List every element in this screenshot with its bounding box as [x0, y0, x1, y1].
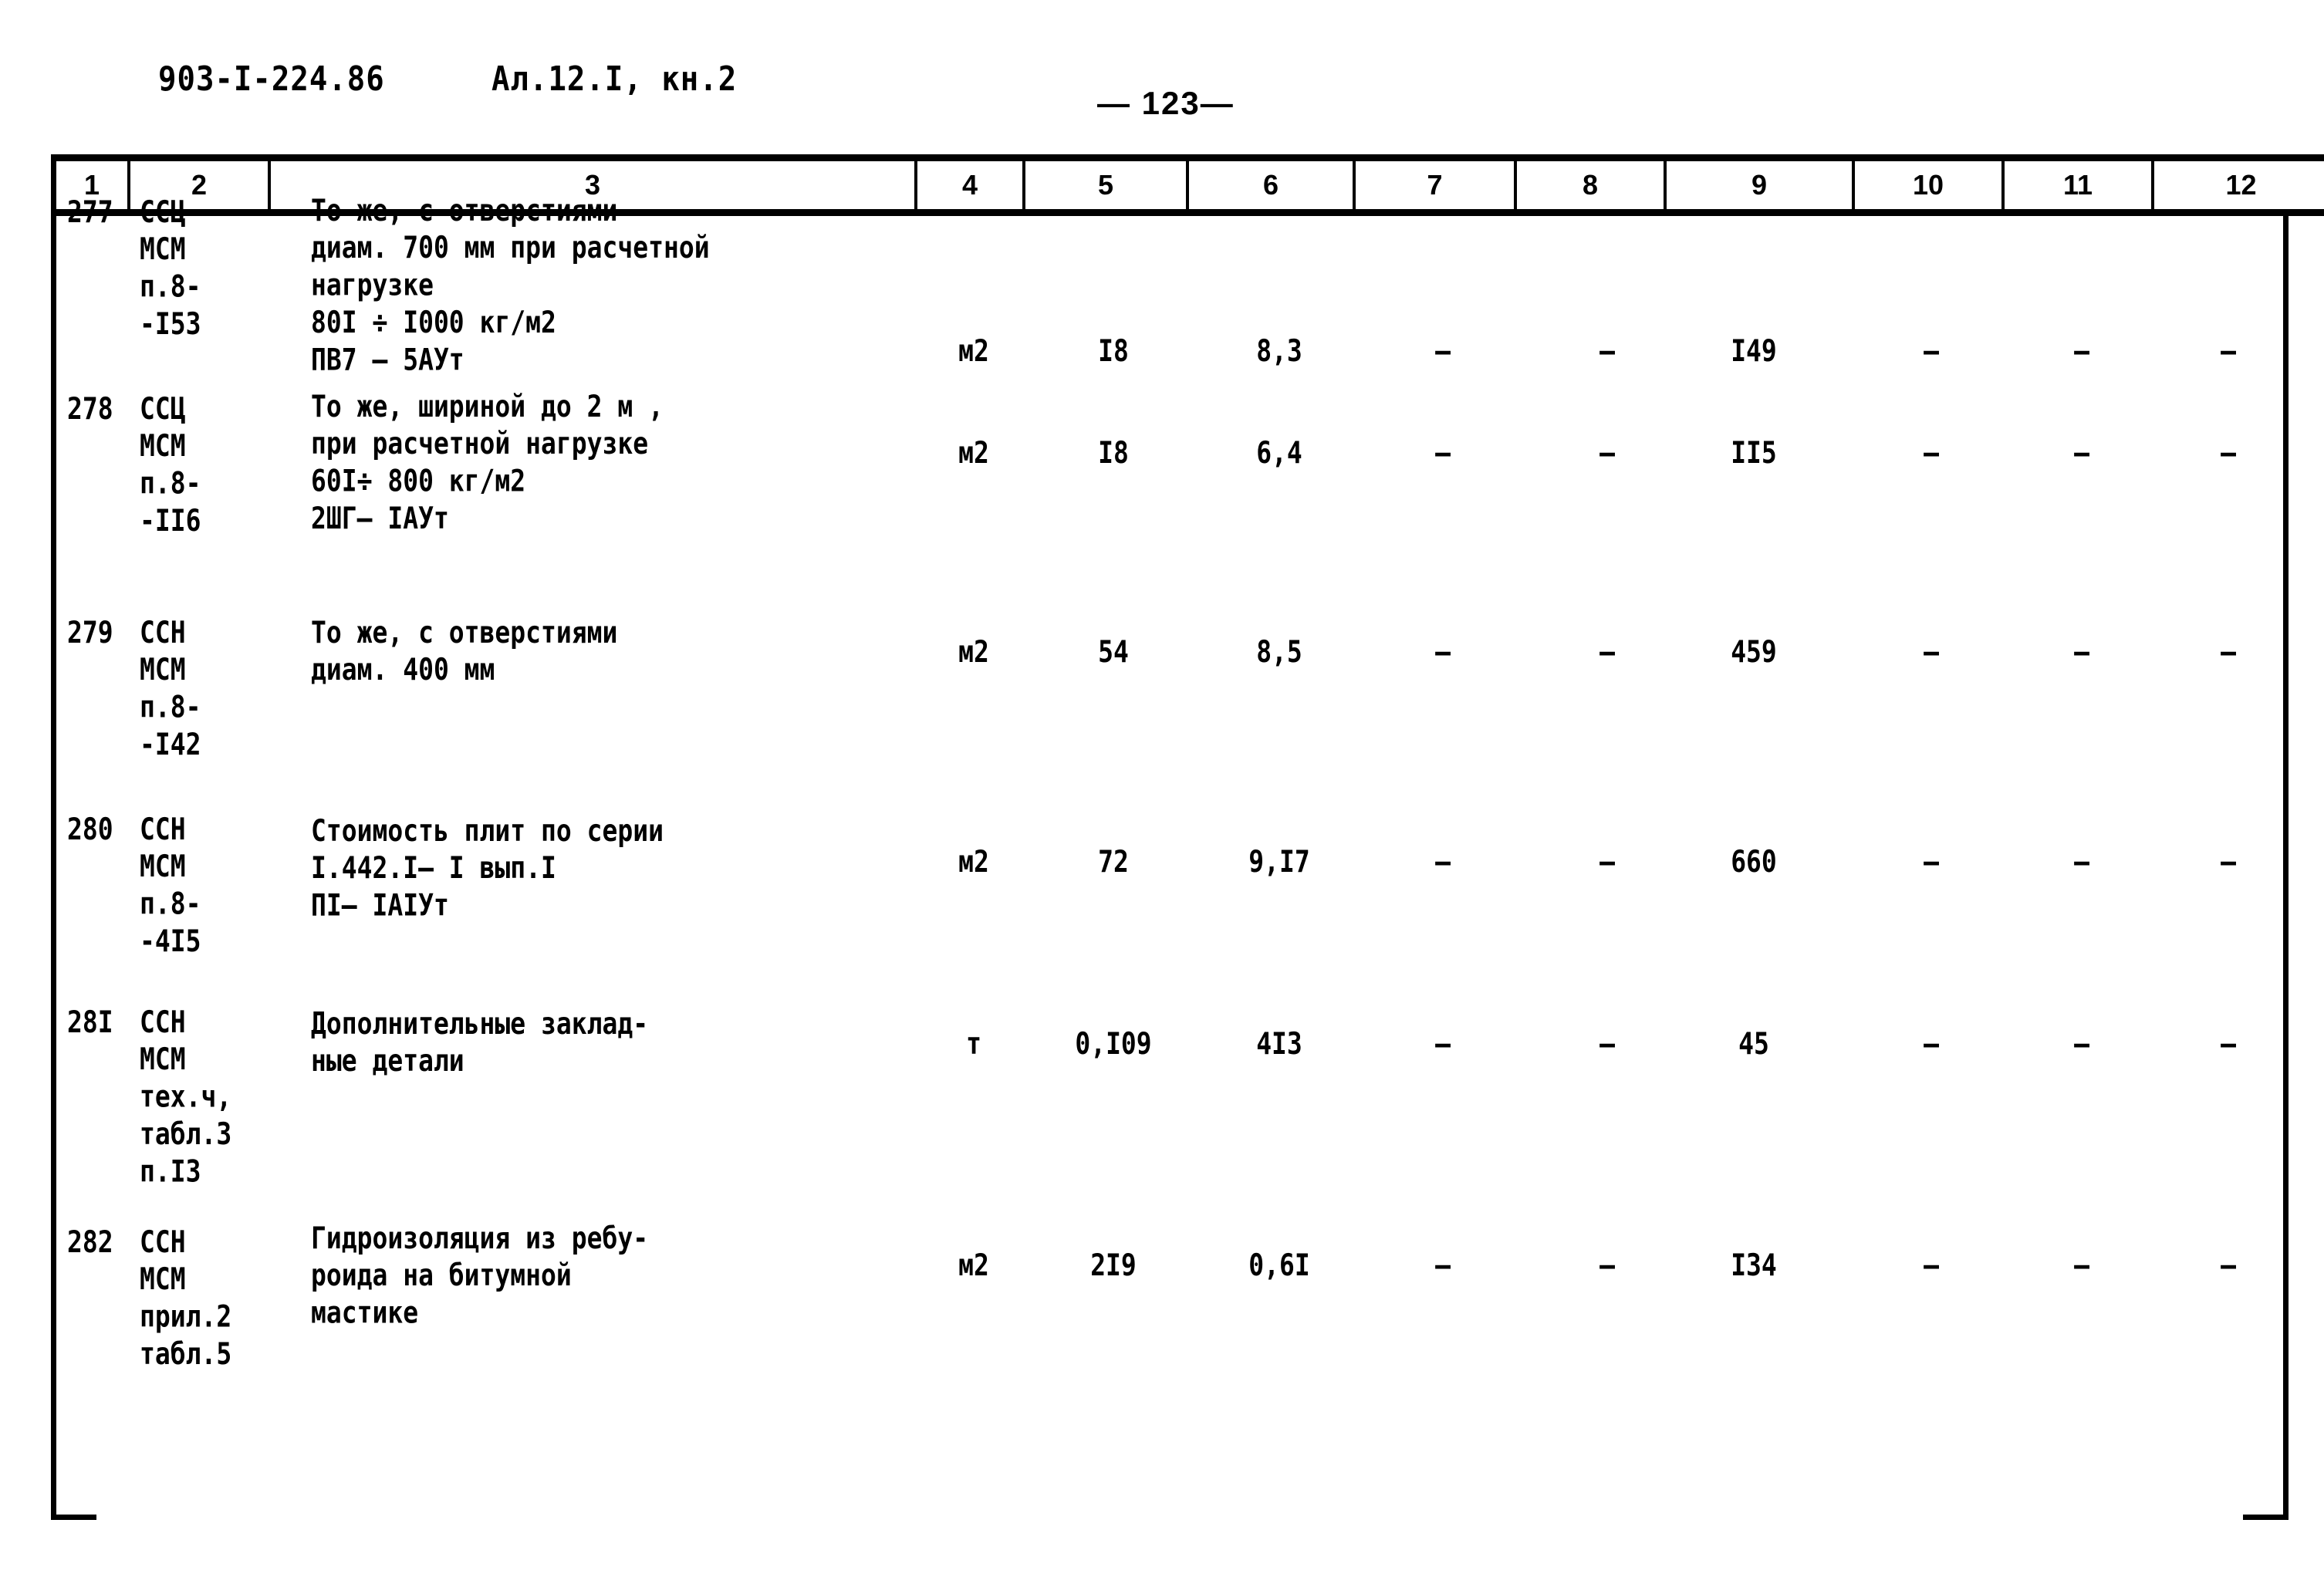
row-col8: –: [1599, 633, 1615, 670]
document-code: 903-I-224.86: [158, 60, 385, 100]
row-unit: м2: [958, 434, 989, 471]
row-justification-code: ССН МСМ тех.ч, табл.3 п.I3: [140, 1004, 232, 1189]
row-col11: –: [2074, 1025, 2089, 1062]
row-total-cost: 660: [1731, 843, 1777, 880]
column-header-5: 5: [1022, 154, 1189, 216]
row-description: Гидроизоляция из ребу- роида на битумной…: [311, 1220, 649, 1330]
row-justification-code: ССН МСМ прил.2 табл.5: [140, 1224, 232, 1372]
column-header-10: 10: [1852, 154, 2005, 216]
row-col7: –: [1435, 333, 1451, 369]
row-justification-code: ССЦ МСМ п.8- -I53: [140, 194, 201, 342]
row-col11: –: [2074, 633, 2089, 670]
row-total-cost: 45: [1738, 1025, 1769, 1062]
row-col10: –: [1924, 843, 1939, 880]
row-col12: –: [2221, 633, 2236, 670]
row-col10: –: [1924, 434, 1939, 471]
table-body: 277 ССЦ МСМ п.8- -I53 То же, с отверстиями…: [51, 192, 2289, 1520]
row-col8: –: [1599, 1025, 1615, 1062]
row-unit: м2: [958, 333, 989, 369]
row-number: 282: [67, 1224, 113, 1260]
row-col11: –: [2074, 434, 2089, 471]
row-unit-cost: 9,I7: [1248, 843, 1310, 880]
row-quantity: I8: [1098, 434, 1129, 471]
row-unit-cost: 8,5: [1256, 633, 1302, 670]
column-header-6: 6: [1186, 154, 1356, 216]
document-page: 903-I-224.86 Ал.12.I, кн.2 — 123— 1 2 3 …: [0, 0, 2324, 1594]
page-number: — 123—: [1097, 85, 1235, 121]
column-header-12: 12: [2151, 154, 2324, 216]
column-header-9: 9: [1664, 154, 1855, 216]
row-quantity: 2I9: [1090, 1247, 1137, 1283]
row-col10: –: [1924, 633, 1939, 670]
frame-corner-left: [56, 1515, 96, 1520]
row-col10: –: [1924, 333, 1939, 369]
row-total-cost: I49: [1731, 333, 1777, 369]
row-quantity: 72: [1098, 843, 1129, 880]
row-unit: т: [966, 1025, 981, 1062]
row-col10: –: [1924, 1247, 1939, 1283]
row-total-cost: 459: [1731, 633, 1777, 670]
estimate-table: 1 2 3 4 5 6 7 8 9 10 11 12 277 ССЦ МСМ п.…: [51, 154, 2324, 1520]
row-col7: –: [1435, 1025, 1451, 1062]
row-col12: –: [2221, 1247, 2236, 1283]
row-col12: –: [2221, 333, 2236, 369]
row-number: 277: [67, 194, 113, 230]
row-col11: –: [2074, 1247, 2089, 1283]
row-total-cost: II5: [1731, 434, 1777, 471]
row-col7: –: [1435, 843, 1451, 880]
row-col11: –: [2074, 843, 2089, 880]
row-col8: –: [1599, 843, 1615, 880]
row-col7: –: [1435, 1247, 1451, 1283]
row-description: То же, шириной до 2 м , при расчетной на…: [311, 388, 664, 536]
row-justification-code: ССН МСМ п.8- -I42: [140, 614, 201, 762]
row-col12: –: [2221, 843, 2236, 880]
row-col8: –: [1599, 333, 1615, 369]
row-unit: м2: [958, 633, 989, 670]
row-number: 279: [67, 614, 113, 650]
column-header-11: 11: [2001, 154, 2154, 216]
row-number: 280: [67, 811, 113, 847]
row-unit: м2: [958, 843, 989, 880]
row-col12: –: [2221, 434, 2236, 471]
row-description: Дополнительные заклад- ные детали: [311, 1005, 649, 1079]
row-col7: –: [1435, 434, 1451, 471]
column-header-8: 8: [1514, 154, 1667, 216]
row-col7: –: [1435, 633, 1451, 670]
frame-corner-right: [2243, 1515, 2283, 1520]
row-col8: –: [1599, 1247, 1615, 1283]
row-quantity: 0,I09: [1075, 1025, 1152, 1062]
row-quantity: I8: [1098, 333, 1129, 369]
row-col8: –: [1599, 434, 1615, 471]
row-justification-code: ССЦ МСМ п.8- -II6: [140, 390, 201, 539]
row-unit-cost: 8,3: [1256, 333, 1302, 369]
row-col11: –: [2074, 333, 2089, 369]
row-number: 28I: [67, 1004, 113, 1040]
document-album: Ал.12.I, кн.2: [491, 60, 738, 100]
row-unit-cost: 0,6I: [1248, 1247, 1310, 1283]
row-total-cost: I34: [1731, 1247, 1777, 1283]
row-unit-cost: 6,4: [1256, 434, 1302, 471]
row-quantity: 54: [1098, 633, 1129, 670]
row-justification-code: ССН МСМ п.8- -4I5: [140, 811, 201, 959]
row-col10: –: [1924, 1025, 1939, 1062]
row-unit: м2: [958, 1247, 989, 1283]
row-unit-cost: 4I3: [1256, 1025, 1302, 1062]
row-description: Стоимость плит по серии I.442.I– I вып.I…: [311, 812, 664, 923]
row-number: 278: [67, 390, 113, 427]
row-col12: —: [2221, 1025, 2236, 1062]
column-header-7: 7: [1353, 154, 1517, 216]
row-description: То же, с отверстиями диам. 700 мм при ра…: [311, 192, 710, 377]
row-description: То же, с отверстиями диам. 400 мм: [311, 614, 618, 687]
